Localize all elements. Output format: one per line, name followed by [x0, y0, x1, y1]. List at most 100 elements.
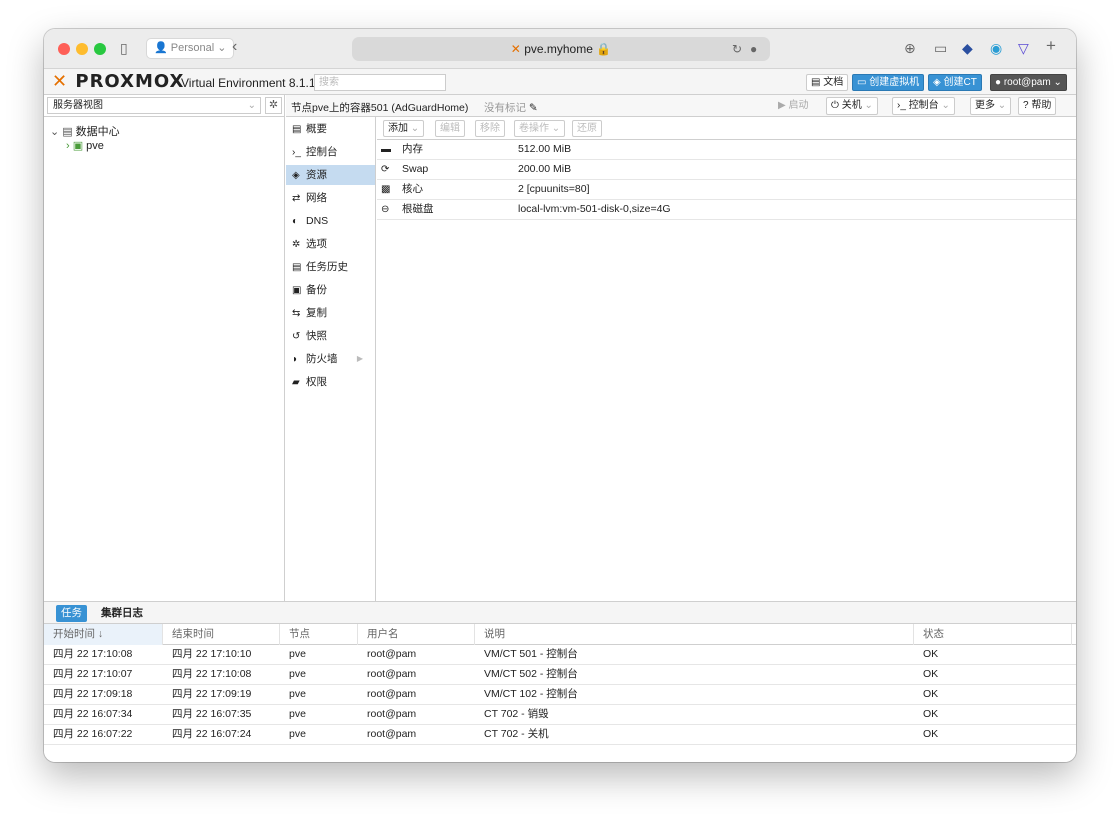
table-row[interactable]: 四月 22 16:07:22 四月 22 16:07:24 pve root@pam C…: [44, 725, 1076, 745]
power-icon: ⏻: [831, 100, 839, 111]
create-ct-button[interactable]: ◈ 创建CT: [928, 74, 982, 91]
sidebar-toggle-icon[interactable]: ▯: [120, 41, 128, 55]
lock-icon: 🔒: [596, 42, 612, 56]
extension-2-icon[interactable]: ◉: [990, 41, 1002, 55]
menu-item-options[interactable]: ✲ 选项: [286, 234, 375, 254]
reload-icon[interactable]: ↻: [732, 37, 742, 61]
refresh-icon: ⟳: [381, 164, 390, 175]
menu-item-snapshots[interactable]: ↺ 快照: [286, 326, 375, 346]
table-row[interactable]: 四月 22 16:07:34 四月 22 16:07:35 pve root@pam C…: [44, 705, 1076, 725]
tree-item-datacenter[interactable]: ⌄ ▤ 数据中心: [50, 123, 120, 139]
tree-item-pve[interactable]: › ▣ pve: [66, 139, 104, 152]
menu-item-backup[interactable]: ▣ 备份: [286, 280, 375, 300]
column-description[interactable]: 说明: [475, 624, 914, 645]
resource-row-swap[interactable]: ⟳ Swap 200.00 MiB: [377, 160, 1076, 180]
table-row[interactable]: 四月 22 17:10:08 四月 22 17:10:10 pve root@pam V…: [44, 645, 1076, 665]
minimize-window-button[interactable]: [76, 43, 88, 55]
console-button[interactable]: ›_ 控制台 ⌄: [892, 97, 955, 115]
profile-label: Personal: [170, 42, 215, 54]
tags-area[interactable]: 没有标记 ✎: [484, 100, 538, 115]
menu-item-task-history[interactable]: ▤ 任务历史: [286, 257, 375, 277]
table-row[interactable]: 四月 22 17:09:18 四月 22 17:09:19 pve root@pam V…: [44, 685, 1076, 705]
revert-button[interactable]: 还原: [572, 120, 602, 137]
datacenter-icon: ⌄ ▤: [50, 126, 73, 138]
gear-icon[interactable]: ✲: [265, 97, 282, 114]
question-icon: ?: [1023, 100, 1029, 111]
url-text: pve.myhome: [524, 42, 593, 56]
menu-item-summary[interactable]: ▤ 概要: [286, 119, 375, 139]
resource-row-cores[interactable]: ▩ 核心 2 [cpuunits=80]: [377, 180, 1076, 200]
remove-button[interactable]: 移除: [475, 120, 505, 137]
cpu-icon: ▩: [381, 184, 391, 195]
menu-item-resources[interactable]: ◈ 资源: [286, 165, 375, 185]
browser-toolbar: ▯ 👤 Personal ⌄ ‹ ✕ pve.myhome 🔒 ↻ ● ⊕ ▭ …: [44, 29, 1076, 69]
download-icon[interactable]: ⊕: [904, 41, 916, 55]
start-button[interactable]: ▶ 启动: [773, 97, 813, 115]
menu-item-permissions[interactable]: ▰ 权限: [286, 372, 375, 392]
view-selector[interactable]: 服务器视图 ⌄: [47, 97, 261, 114]
cube-icon: ◈: [292, 170, 300, 181]
cube-icon: ◈: [933, 77, 941, 88]
shield-extension-icon[interactable]: ▽: [1018, 41, 1029, 55]
back-icon[interactable]: ‹: [232, 39, 237, 55]
user-menu-button[interactable]: ● root@pam ⌄: [990, 74, 1067, 91]
tab-tasks[interactable]: 任务: [56, 605, 87, 622]
add-button[interactable]: 添加 ⌄: [383, 120, 425, 137]
extension-icon[interactable]: ◆: [962, 41, 973, 55]
column-status[interactable]: 状态: [914, 624, 1072, 645]
more-options-icon[interactable]: ●: [750, 37, 757, 61]
search-input[interactable]: 搜索: [314, 74, 446, 91]
column-end-time[interactable]: 结束时间: [163, 624, 280, 645]
pencil-icon[interactable]: ✎: [529, 102, 538, 114]
more-button[interactable]: 更多 ⌄: [970, 97, 1012, 115]
close-window-button[interactable]: [58, 43, 70, 55]
site-favicon-icon: ✕: [510, 42, 521, 56]
content-panel: 节点pve上的容器501 (AdGuardHome) 没有标记 ✎ ▶ 启动 ⏻…: [286, 95, 1076, 601]
menu-item-console[interactable]: ›_ 控制台: [286, 142, 375, 162]
retweet-icon: ⇆: [292, 308, 301, 319]
terminal-icon: ›_: [292, 147, 301, 158]
edit-button[interactable]: 编辑: [435, 120, 465, 137]
user-icon: ●: [995, 77, 1002, 88]
table-row[interactable]: 四月 22 17:10:07 四月 22 17:10:08 pve root@pam V…: [44, 665, 1076, 685]
globe-icon: ◐: [292, 216, 299, 227]
content-toolbar: 节点pve上的容器501 (AdGuardHome) 没有标记 ✎ ▶ 启动 ⏻…: [286, 95, 1076, 117]
node-icon: › ▣: [66, 140, 84, 152]
column-user[interactable]: 用户名: [358, 624, 475, 645]
config-menu: ▤ 概要 ›_ 控制台 ◈ 资源 ⇄ 网络 ◐ DNS ✲ 选项 ▤ 任务历史 ▣ 备份 ⇆ 复制…: [286, 117, 376, 601]
menu-item-dns[interactable]: ◐ DNS: [286, 211, 375, 231]
page-title: 节点pve上的容器501 (AdGuardHome): [291, 102, 469, 114]
desktop-icon: ▭: [857, 77, 867, 88]
docs-button[interactable]: ▤ 文档: [806, 74, 849, 91]
terminal-icon: ›_: [897, 100, 906, 111]
reader-icon[interactable]: ▭: [934, 41, 947, 55]
chevron-down-icon: ⌄: [247, 100, 256, 111]
tab-cluster-log[interactable]: 集群日志: [96, 605, 148, 622]
volume-action-button[interactable]: 卷操作 ⌄: [514, 120, 566, 137]
person-icon: 👤: [154, 42, 168, 54]
log-table-header: 开始时间 ↓ 结束时间 节点 用户名 说明 状态: [44, 624, 1076, 645]
memory-icon: ▬: [381, 144, 391, 155]
help-button[interactable]: ? 帮助: [1018, 97, 1057, 115]
address-bar[interactable]: ✕ pve.myhome 🔒 ↻ ●: [352, 37, 770, 61]
proxmox-logo: ✕ PROXMOX: [52, 71, 185, 92]
resource-row-rootfs[interactable]: ⊖ 根磁盘 local-lvm:vm-501-disk-0,size=4G: [377, 200, 1076, 220]
zoom-window-button[interactable]: [94, 43, 106, 55]
profile-selector[interactable]: 👤 Personal ⌄: [146, 38, 235, 59]
shutdown-button[interactable]: ⏻ 关机 ⌄: [826, 97, 878, 115]
column-start-time[interactable]: 开始时间 ↓: [44, 624, 163, 645]
list-icon: ▤: [292, 262, 302, 273]
log-tabs: 任务 集群日志: [44, 602, 1076, 624]
resources-toolbar: 添加 ⌄ 编辑 移除 卷操作 ⌄ 还原: [377, 117, 1076, 140]
menu-item-network[interactable]: ⇄ 网络: [286, 188, 375, 208]
create-vm-button[interactable]: ▭ 创建虚拟机: [852, 74, 925, 91]
exchange-icon: ⇄: [292, 193, 301, 204]
menu-item-replication[interactable]: ⇆ 复制: [286, 303, 375, 323]
new-tab-icon[interactable]: +: [1046, 37, 1056, 54]
book-icon: ▤: [292, 124, 302, 135]
column-node[interactable]: 节点: [280, 624, 358, 645]
product-name: Virtual Environment 8.1.10: [181, 76, 323, 90]
proxmox-header: ✕ PROXMOX Virtual Environment 8.1.10 搜索 …: [44, 69, 1076, 95]
resource-row-memory[interactable]: ▬ 内存 512.00 MiB: [377, 140, 1076, 160]
menu-item-firewall[interactable]: ◗ 防火墙 ▶: [286, 349, 375, 369]
